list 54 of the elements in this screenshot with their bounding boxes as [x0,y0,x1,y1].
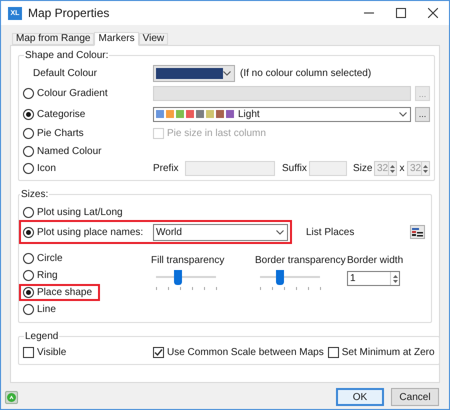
hint-text: (If no colour column selected) [240,66,372,80]
slider-label: Border transparency [255,254,347,268]
spin-box[interactable]: 1 [347,271,400,286]
field-label: Size [353,162,374,176]
field-label: Default Colour [32,66,98,80]
checkbox[interactable]: Use Common Scale between Maps [153,344,324,360]
radio-button[interactable]: Icon [23,161,56,176]
colour-dropdown[interactable] [153,64,235,82]
table-icon [412,228,423,236]
maximize-icon[interactable] [396,8,406,18]
radio-button[interactable]: Categorise [23,106,86,122]
radio-button[interactable]: Colour Gradient [23,86,108,101]
tab[interactable]: Markers [94,32,139,46]
cancel-button[interactable]: Cancel [391,388,439,406]
close-icon[interactable] [428,8,438,18]
radio-button[interactable]: Named Colour [23,144,102,158]
window-title: Map Properties [28,5,110,22]
palette-name: Light [238,108,260,122]
help-button[interactable] [5,390,18,404]
group-title: Shape and Colour: [24,49,110,63]
group-title: Sizes: [20,188,50,202]
radio-button[interactable]: Plot using Lat/Long [23,205,123,220]
checkbox[interactable]: Set Minimum at Zero [328,344,435,360]
radio-button[interactable]: Ring [23,268,58,283]
spin-arrows-icon[interactable] [421,162,429,175]
field-label: Prefix [153,162,180,176]
suffix-field[interactable] [309,161,347,176]
caret-icon [223,70,231,76]
ok-button[interactable]: OK [336,388,384,406]
radio-button[interactable]: Line [23,302,56,317]
checkbox[interactable]: Visible [23,344,66,360]
caret-icon [399,112,407,116]
tab[interactable]: View [138,33,168,45]
field-label: Suffix [282,162,308,176]
field-label: Border width [347,254,404,268]
list-places-label: List Places [306,226,354,240]
spin-arrows-icon[interactable] [390,272,399,285]
group-title: Legend [24,330,60,344]
prefix-field[interactable] [185,161,275,176]
list-places-button[interactable] [410,225,425,239]
radio-button[interactable]: Place shape [23,285,92,300]
caret-icon [276,230,284,234]
palette-dropdown[interactable]: Light [153,106,411,122]
tab[interactable]: Map from Range [12,33,94,45]
gradient-field[interactable] [153,86,411,101]
radio-button[interactable]: Circle [23,251,63,266]
ellipsis-button[interactable]: ... [415,106,430,122]
slider-label: Fill transparency [151,254,226,268]
times-sign: x [398,162,406,176]
place-dropdown[interactable]: World [153,224,288,240]
spin-arrows-icon[interactable] [388,162,396,175]
radio-button[interactable]: Plot using place names: [23,224,144,240]
radio-button[interactable]: Pie Charts [23,126,84,140]
check-icon [154,348,163,356]
